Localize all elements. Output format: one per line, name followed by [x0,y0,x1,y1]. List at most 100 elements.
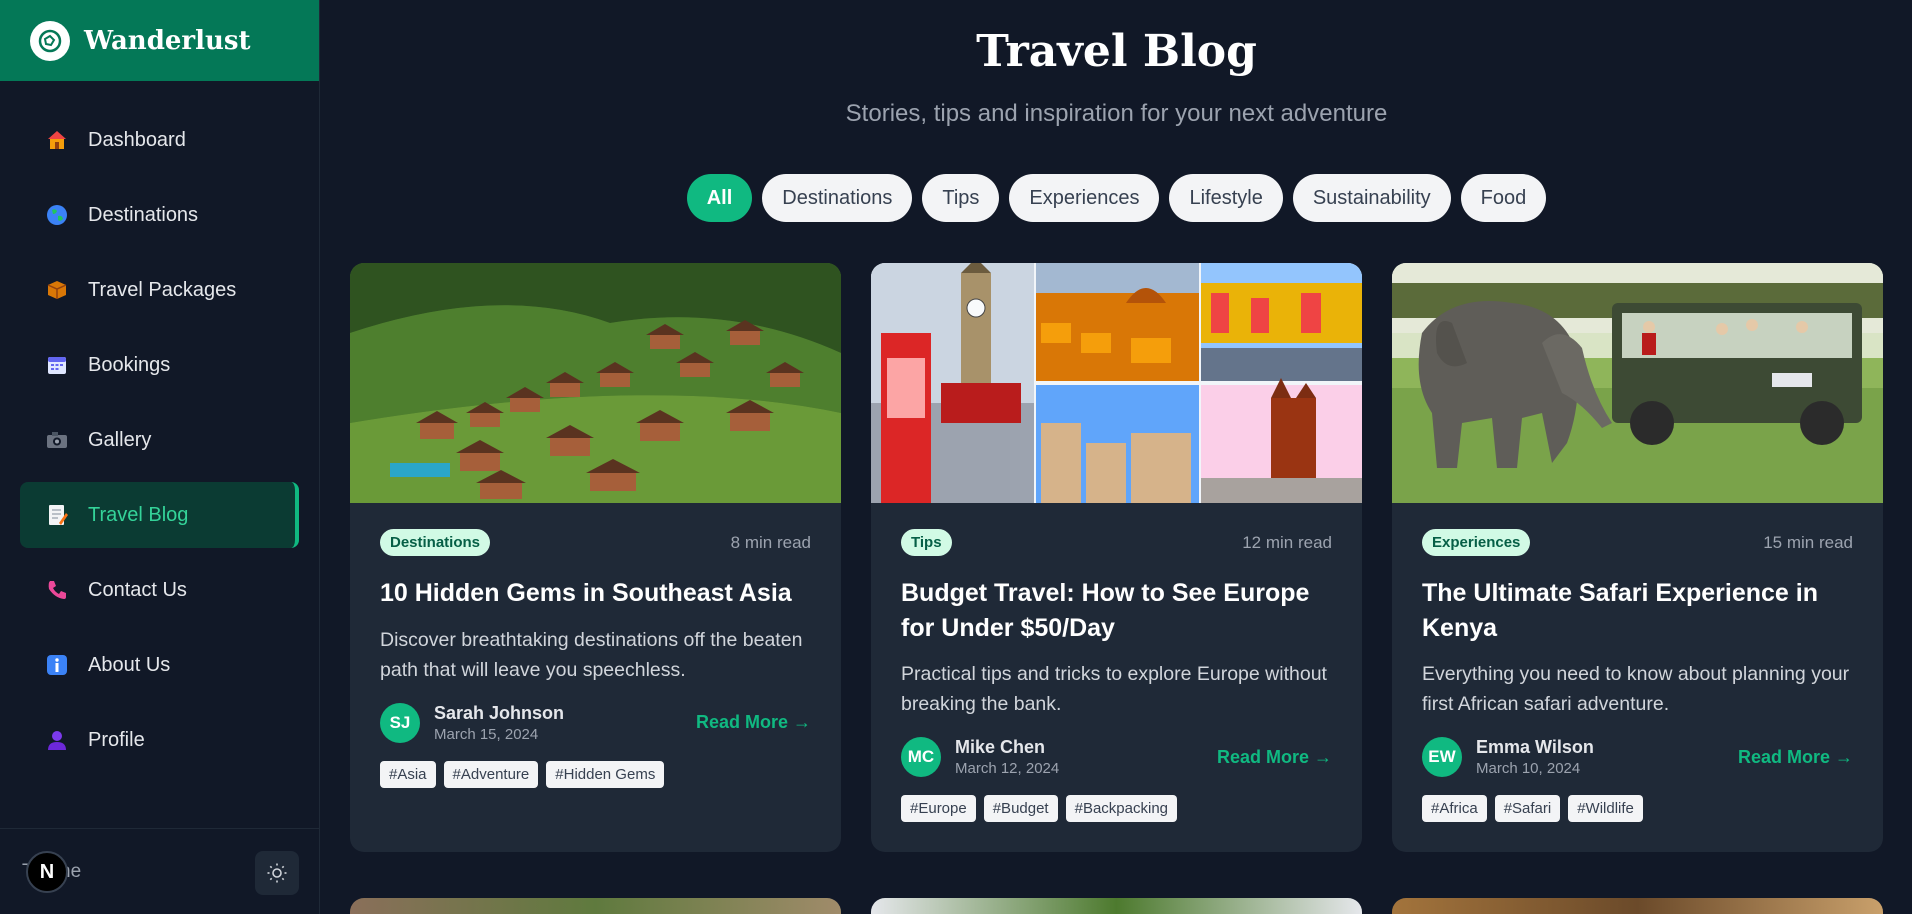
sidebar-item-destinations[interactable]: Destinations [20,182,299,248]
post-excerpt: Discover breathtaking destinations off t… [380,628,803,681]
post-excerpt: Everything you need to know about planni… [1422,663,1850,716]
page-title: Travel Blog [976,26,1257,77]
tag[interactable]: #Wildlife [1568,795,1643,823]
author-name: Mike Chen [955,737,1046,758]
avatar: SJ [380,702,420,743]
blog-grid-next-row [350,898,1883,914]
sidebar-item-dashboard[interactable]: Dashboard [20,107,299,173]
post-date: March 12, 2024 [955,760,1060,778]
sidebar-item-label: Bookings [88,353,171,376]
post-image-europe-collage [871,263,1362,503]
brand-name: Wanderlust [84,25,251,56]
card-body: Experiences 15 min read The Ultimate Saf… [1392,503,1883,852]
blog-card-preview-image [871,898,1362,914]
post-excerpt: Practical tips and tricks to explore Eur… [901,663,1327,716]
tag[interactable]: #Hidden Gems [546,760,665,788]
page-subtitle: Stories, tips and inspiration for your n… [845,100,1388,127]
sidebar-item-label: Gallery [88,428,152,451]
category-badge: Destinations [380,529,491,556]
blog-card[interactable]: Destinations 8 min read 10 Hidden Gems i… [350,263,841,853]
tag[interactable]: #Budget [983,795,1058,823]
sidebar-item-label: Contact Us [88,578,187,601]
author-info: Emma Wilson March 10, 2024 [1476,737,1738,777]
logo-icon [30,20,70,61]
filter-chip-lifestyle[interactable]: Lifestyle [1169,174,1283,222]
sidebar: Wanderlust Dashboard Destinations Travel… [0,0,320,914]
sidebar-item-label: Dashboard [88,128,186,151]
author-info: Sarah Johnson March 15, 2024 [434,703,696,743]
sun-icon [267,863,287,883]
post-image-safari [1392,263,1883,503]
filter-chip-destinations[interactable]: Destinations [762,174,913,222]
tag[interactable]: #Asia [380,760,436,788]
sidebar-item-label: Destinations [88,203,199,226]
calendar-icon [44,352,70,378]
sidebar-item-label: About Us [88,653,171,676]
card-meta: Experiences 15 min read [1422,529,1853,556]
memo-icon [44,502,70,528]
read-more-link[interactable]: Read More → [1738,747,1853,768]
tag[interactable]: #Africa [1422,795,1487,823]
phone-icon [44,577,70,603]
sidebar-nav: Dashboard Destinations Travel Packages B… [0,81,319,773]
read-time: 8 min read [730,532,811,552]
sidebar-item-contact-us[interactable]: Contact Us [20,557,299,623]
sidebar-item-about-us[interactable]: About Us [20,632,299,698]
tag[interactable]: #Backpacking [1065,795,1178,823]
post-title[interactable]: 10 Hidden Gems in Southeast Asia [380,576,811,611]
sidebar-item-bookings[interactable]: Bookings [20,332,299,398]
theme-toggle-button[interactable] [255,851,299,895]
card-body: Destinations 8 min read 10 Hidden Gems i… [350,503,841,818]
author-row: MC Mike Chen March 12, 2024 Read More → [901,737,1332,778]
card-meta: Destinations 8 min read [380,529,811,556]
globe-icon [44,202,70,228]
avatar: MC [901,737,941,778]
blog-card-preview-image [1392,898,1883,914]
filter-chip-food[interactable]: Food [1460,174,1547,222]
package-icon [44,277,70,303]
main-content: Travel Blog Stories, tips and inspiratio… [321,0,1912,914]
dev-tools-badge[interactable]: N [26,851,68,893]
post-image-hillside-village [350,263,841,503]
brand-header[interactable]: Wanderlust [0,0,319,81]
blog-grid: Destinations 8 min read 10 Hidden Gems i… [350,263,1883,853]
sidebar-item-travel-packages[interactable]: Travel Packages [20,257,299,323]
blog-card[interactable]: Tips 12 min read Budget Travel: How to S… [871,263,1362,853]
filter-chip-sustainability[interactable]: Sustainability [1292,174,1451,222]
sidebar-item-gallery[interactable]: Gallery [20,407,299,473]
blog-card[interactable]: Experiences 15 min read The Ultimate Saf… [1392,263,1883,853]
info-icon [44,652,70,678]
tag-list: #Africa #Safari #Wildlife [1422,795,1853,823]
author-row: EW Emma Wilson March 10, 2024 Read More … [1422,737,1853,778]
author-name: Emma Wilson [1476,737,1594,758]
filter-chip-experiences[interactable]: Experiences [1009,174,1160,222]
read-more-link[interactable]: Read More → [1217,747,1332,768]
read-time: 15 min read [1763,532,1853,552]
blog-card-preview-image [350,898,841,914]
tag[interactable]: #Europe [901,795,976,823]
sidebar-item-label: Travel Blog [88,503,189,526]
sidebar-footer: Theme N [0,828,319,914]
house-icon [44,127,70,153]
read-more-link[interactable]: Read More → [696,712,811,733]
tag[interactable]: #Adventure [443,760,539,788]
category-badge: Tips [901,529,952,556]
user-icon [44,727,70,753]
tag-list: #Asia #Adventure #Hidden Gems [380,760,811,788]
camera-icon [44,427,70,453]
filter-chip-all[interactable]: All [686,174,753,222]
post-date: March 15, 2024 [434,725,539,743]
sidebar-item-label: Travel Packages [88,278,237,301]
card-meta: Tips 12 min read [901,529,1332,556]
category-badge: Experiences [1422,529,1531,556]
read-time: 12 min read [1242,532,1332,552]
tag[interactable]: #Safari [1494,795,1561,823]
card-body: Tips 12 min read Budget Travel: How to S… [871,503,1362,852]
filter-chip-tips[interactable]: Tips [922,174,1000,222]
post-title[interactable]: Budget Travel: How to See Europe for Und… [901,576,1332,645]
post-title[interactable]: The Ultimate Safari Experience in Kenya [1422,576,1853,645]
category-filters: All Destinations Tips Experiences Lifest… [321,174,1912,222]
sidebar-item-travel-blog[interactable]: Travel Blog [20,482,299,548]
post-date: March 10, 2024 [1476,760,1581,778]
sidebar-item-profile[interactable]: Profile [20,707,299,773]
